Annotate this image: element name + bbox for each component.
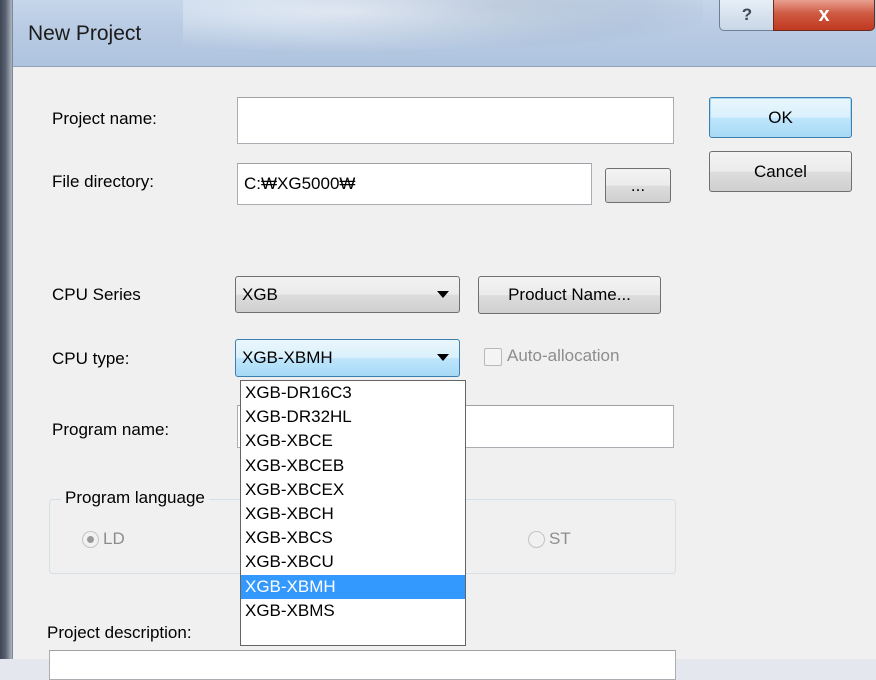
radio-st[interactable]: [528, 531, 545, 548]
dialog-body: Project name: File directory: C:₩XG5000₩…: [19, 67, 871, 680]
cpu-type-option[interactable]: XGB-XBCS: [241, 526, 465, 550]
cpu-type-dropdown-list[interactable]: XGB-DR16C3 XGB-DR32HL XGB-XBCE XGB-XBCEB XGB…: [240, 380, 466, 646]
chevron-down-icon: [437, 290, 449, 298]
program-language-label: Program language: [61, 488, 209, 508]
cpu-type-option[interactable]: XGB-XBCEX: [241, 478, 465, 502]
cpu-type-option[interactable]: XGB-XBMS: [241, 599, 465, 623]
close-button[interactable]: x: [773, 0, 875, 31]
cpu-type-option[interactable]: XGB-XBCH: [241, 502, 465, 526]
project-description-label: Project description:: [47, 623, 192, 642]
cpu-series-select[interactable]: XGB: [235, 276, 460, 313]
browse-button[interactable]: ...: [605, 168, 671, 203]
new-project-dialog: New Project ? x Project name: File direc…: [12, 0, 876, 680]
cpu-type-option[interactable]: XGB-XBCU: [241, 550, 465, 574]
cancel-button[interactable]: Cancel: [709, 151, 852, 192]
project-name-input[interactable]: [237, 97, 674, 144]
cpu-type-label: CPU type:: [52, 349, 130, 368]
ok-button[interactable]: OK: [709, 97, 852, 138]
radio-ld-label: LD: [103, 529, 125, 548]
chevron-down-icon: [437, 354, 449, 361]
auto-allocation-checkbox[interactable]: [484, 348, 502, 366]
radio-ld[interactable]: [82, 531, 99, 548]
product-name-button[interactable]: Product Name...: [478, 276, 661, 314]
close-icon: x: [818, 3, 830, 26]
project-name-label: Project name:: [52, 109, 157, 128]
cpu-type-option[interactable]: XGB-DR16C3: [241, 381, 465, 405]
cpu-type-select[interactable]: XGB-XBMH: [235, 339, 460, 377]
auto-allocation-label: Auto-allocation: [507, 346, 620, 365]
title-bar[interactable]: New Project ? x: [13, 0, 876, 67]
dialog-title: New Project: [28, 22, 142, 45]
cpu-type-value: XGB-XBMH: [242, 348, 333, 367]
file-directory-input[interactable]: C:₩XG5000₩: [237, 163, 592, 205]
cpu-type-option[interactable]: XGB-XBMH: [241, 574, 465, 599]
cancel-button-label: Cancel: [754, 161, 807, 181]
cpu-type-option[interactable]: XGB-DR32HL: [241, 405, 465, 429]
file-directory-label: File directory:: [52, 172, 155, 191]
title-bar-glass: [183, 0, 703, 60]
product-name-button-label: Product Name...: [508, 285, 631, 304]
cpu-type-option[interactable]: XGB-XBCEB: [241, 454, 465, 478]
browse-button-label: ...: [630, 175, 646, 195]
program-name-label: Program name:: [52, 420, 170, 439]
ok-button-label: OK: [768, 107, 793, 127]
cpu-type-option[interactable]: XGB-XBCE: [241, 429, 465, 453]
help-icon: ?: [741, 5, 753, 24]
help-button[interactable]: ?: [719, 0, 775, 31]
cpu-series-label: CPU Series: [52, 285, 141, 304]
cpu-series-value: XGB: [242, 284, 278, 304]
project-description-input[interactable]: [49, 650, 676, 680]
radio-st-label: ST: [549, 529, 571, 548]
